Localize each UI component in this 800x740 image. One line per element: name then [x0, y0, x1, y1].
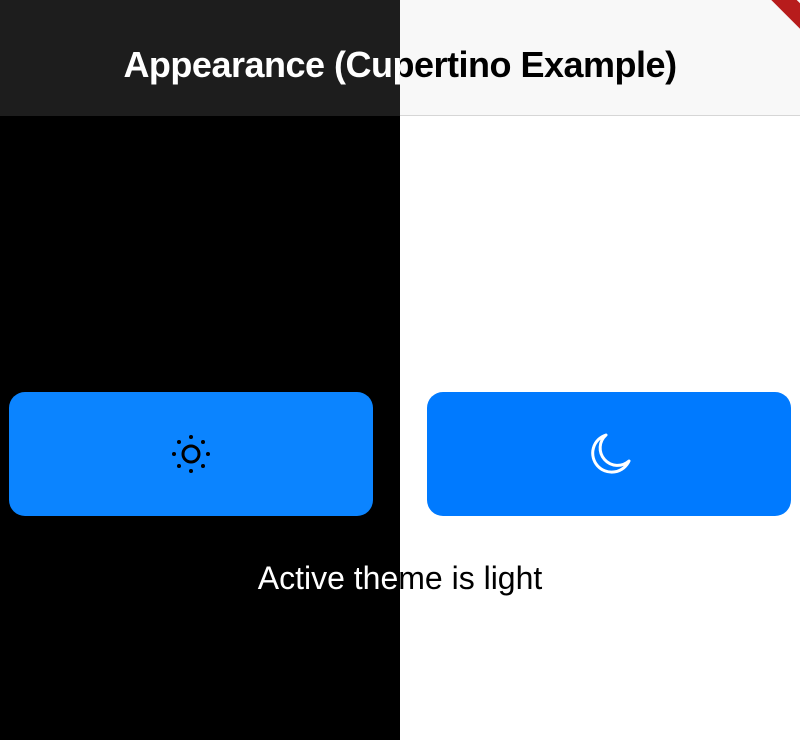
app-screen: Appearance (Cupertino Example) Active th…: [0, 0, 800, 740]
sun-icon: [166, 429, 216, 479]
moon-icon: [584, 429, 634, 479]
dark-mode-button[interactable]: [427, 392, 791, 516]
light-mode-button[interactable]: [9, 392, 373, 516]
